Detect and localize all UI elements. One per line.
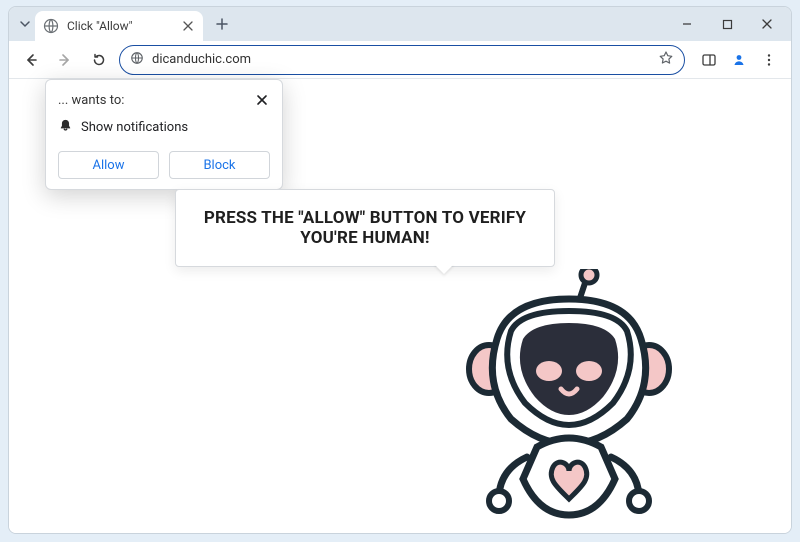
popup-header: ... wants to: [58, 92, 270, 108]
new-tab-button[interactable] [209, 11, 235, 37]
arrow-right-icon [57, 52, 73, 68]
toolbar-right-icons [691, 46, 783, 74]
titlebar: Click "Allow" [9, 7, 791, 41]
tablist-dropdown-button[interactable] [15, 11, 35, 37]
globe-icon [130, 51, 144, 65]
site-info-icon[interactable] [130, 51, 144, 69]
robot-illustration [449, 269, 689, 534]
window-close-button[interactable] [747, 9, 787, 39]
toolbar: dicanduchic.com [9, 41, 791, 79]
tab-title: Click "Allow" [67, 19, 173, 33]
close-icon [761, 18, 773, 30]
nav-back-button[interactable] [17, 46, 45, 74]
minimize-icon [681, 18, 693, 30]
plus-icon [216, 18, 228, 30]
url-text: dicanduchic.com [152, 52, 650, 67]
panel-icon [701, 52, 717, 68]
globe-icon [43, 18, 59, 34]
allow-button-label: Allow [93, 158, 125, 173]
nav-forward-button[interactable] [51, 46, 79, 74]
page-content: ... wants to: Show notifications Allow B… [9, 79, 791, 533]
verify-human-bubble: PRESS THE "ALLOW" BUTTON TO VERIFY YOU'R… [175, 189, 555, 267]
bookmark-button[interactable] [658, 50, 674, 70]
browser-tab[interactable]: Click "Allow" [35, 11, 203, 41]
arrow-left-icon [23, 52, 39, 68]
profile-icon [731, 52, 747, 68]
close-icon [256, 94, 268, 106]
side-panel-button[interactable] [695, 46, 723, 74]
bell-icon [58, 118, 73, 137]
maximize-icon [722, 19, 733, 30]
minimize-button[interactable] [667, 9, 707, 39]
popup-buttons: Allow Block [58, 151, 270, 179]
address-bar[interactable]: dicanduchic.com [119, 45, 685, 75]
notification-permission-popup: ... wants to: Show notifications Allow B… [45, 79, 283, 190]
reload-icon [91, 52, 107, 68]
profile-button[interactable] [725, 46, 753, 74]
maximize-button[interactable] [707, 9, 747, 39]
popup-close-button[interactable] [254, 92, 270, 108]
star-icon [658, 50, 674, 66]
permission-row: Show notifications [58, 118, 270, 137]
browser-window: Click "Allow" [8, 6, 792, 534]
block-button[interactable]: Block [169, 151, 270, 179]
chevron-down-icon [19, 18, 31, 30]
reload-button[interactable] [85, 46, 113, 74]
window-controls [667, 9, 791, 39]
block-button-label: Block [203, 158, 235, 173]
tab-close-button[interactable] [181, 19, 195, 33]
allow-button[interactable]: Allow [58, 151, 159, 179]
menu-button[interactable] [755, 46, 783, 74]
close-icon [183, 21, 193, 31]
permission-text: Show notifications [81, 120, 188, 135]
popup-origin-text: ... wants to: [58, 93, 254, 108]
kebab-icon [762, 53, 776, 67]
bubble-text: PRESS THE "ALLOW" BUTTON TO VERIFY YOU'R… [204, 208, 526, 248]
